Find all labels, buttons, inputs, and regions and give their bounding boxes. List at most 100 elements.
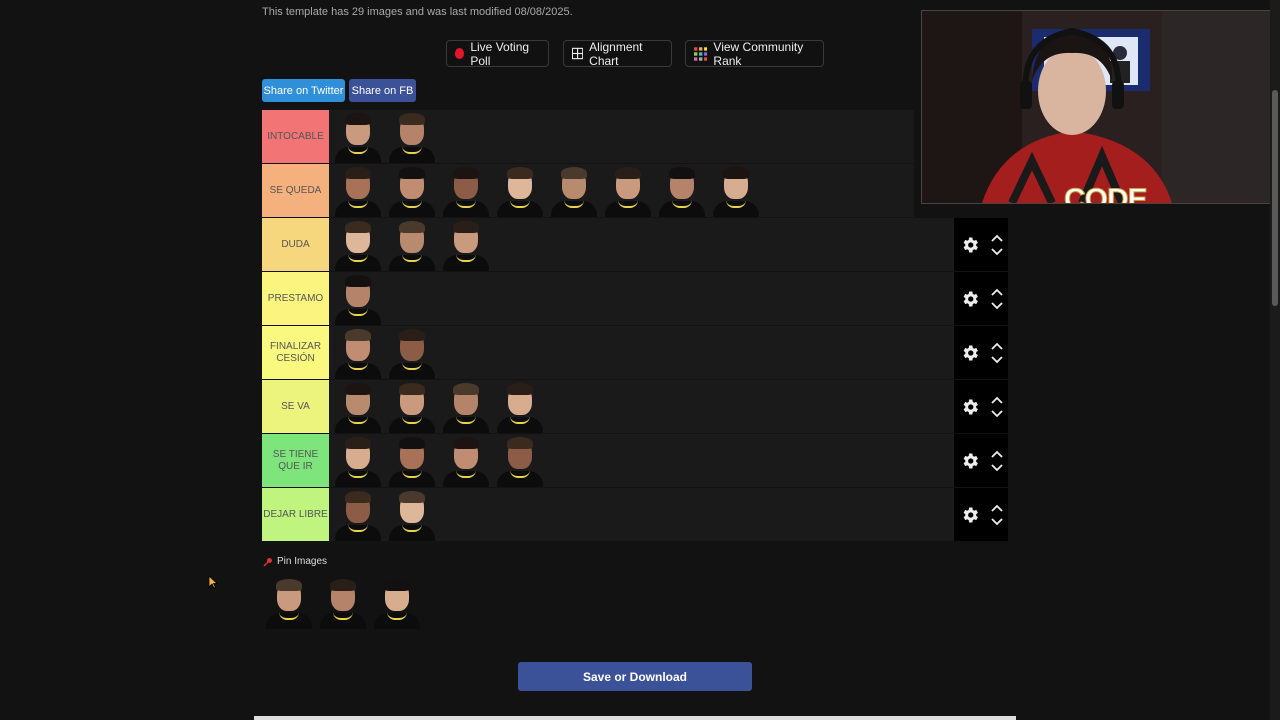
chevron-up-icon[interactable] <box>990 503 1003 513</box>
tier-label[interactable]: SE QUEDA <box>262 164 329 217</box>
player-image[interactable] <box>316 576 370 629</box>
player-image[interactable] <box>385 434 439 487</box>
tier-label[interactable]: DUDA <box>262 218 329 271</box>
player-image[interactable] <box>439 218 493 271</box>
live-voting-poll-button[interactable]: Live Voting Poll <box>446 40 549 68</box>
chevron-down-icon[interactable] <box>990 409 1003 419</box>
gear-icon[interactable] <box>960 505 980 525</box>
tier-controls <box>954 326 1008 379</box>
grid-icon <box>572 47 584 60</box>
player-image[interactable] <box>385 218 439 271</box>
chevron-down-icon[interactable] <box>990 247 1003 257</box>
tier-images <box>329 434 1008 487</box>
chevron-up-icon[interactable] <box>990 395 1003 405</box>
page-scrollbar[interactable] <box>1270 0 1280 720</box>
player-image[interactable] <box>385 380 439 433</box>
rank-grid-icon <box>694 46 708 61</box>
chevron-up-icon[interactable] <box>990 449 1003 459</box>
tier-label[interactable]: SE TIENE QUE IR <box>262 434 329 487</box>
tier-controls <box>954 434 1008 487</box>
player-image[interactable] <box>439 380 493 433</box>
player-image[interactable] <box>385 164 439 217</box>
player-image[interactable] <box>655 164 709 217</box>
player-image[interactable] <box>262 576 316 629</box>
bottom-divider <box>254 716 1016 720</box>
tier-images <box>329 110 914 163</box>
player-image[interactable] <box>331 164 385 217</box>
player-image[interactable] <box>709 164 763 217</box>
tier-row: INTOCABLE <box>262 110 914 163</box>
tier-row: FINALIZAR CESIÓN <box>262 326 1008 379</box>
player-image[interactable] <box>370 576 424 629</box>
gear-icon[interactable] <box>960 397 980 417</box>
scrollbar-thumb[interactable] <box>1272 90 1278 306</box>
player-image[interactable] <box>385 326 439 379</box>
tier-row: DEJAR LIBRE <box>262 488 1008 541</box>
tier-images <box>329 218 1008 271</box>
tier-label[interactable]: INTOCABLE <box>262 110 329 163</box>
tier-row: SE TIENE QUE IR <box>262 434 1008 487</box>
chevron-down-icon[interactable] <box>990 301 1003 311</box>
share-twitter-button[interactable]: Share on Twitter <box>262 79 345 102</box>
tier-controls <box>954 272 1008 325</box>
tier-images <box>329 488 1008 541</box>
pin-images-toggle[interactable]: Pin Images <box>263 556 327 567</box>
player-image[interactable] <box>331 380 385 433</box>
player-image[interactable] <box>601 164 655 217</box>
pin-images-label: Pin Images <box>277 556 328 567</box>
pin-icon <box>263 557 272 567</box>
tier-images <box>329 164 914 217</box>
player-image[interactable] <box>331 110 385 163</box>
player-image[interactable] <box>493 164 547 217</box>
gear-icon[interactable] <box>960 235 980 255</box>
share-fb-button[interactable]: Share on FB <box>349 79 416 102</box>
tier-label[interactable]: PRESTAMO <box>262 272 329 325</box>
tier-label[interactable]: FINALIZAR CESIÓN <box>262 326 329 379</box>
player-image[interactable] <box>331 434 385 487</box>
streamer-webcam-image <box>922 11 1270 203</box>
player-image[interactable] <box>331 218 385 271</box>
player-image[interactable] <box>493 434 547 487</box>
player-image[interactable] <box>385 488 439 541</box>
player-image[interactable] <box>331 326 385 379</box>
tier-row: DUDA <box>262 218 1008 271</box>
view-community-rank-label: View Community Rank <box>713 39 804 68</box>
gear-icon[interactable] <box>960 289 980 309</box>
template-info: This template has 29 images and was last… <box>262 6 573 18</box>
tier-row: PRESTAMO <box>262 272 1008 325</box>
gear-icon[interactable] <box>960 343 980 363</box>
player-image[interactable] <box>331 272 385 325</box>
chevron-up-icon[interactable] <box>990 233 1003 243</box>
player-image[interactable] <box>439 164 493 217</box>
tier-label[interactable]: DEJAR LIBRE <box>262 488 329 541</box>
tier-controls <box>954 380 1008 433</box>
tier-row: SE VA <box>262 380 1008 433</box>
tier-list: INTOCABLE SE QUEDA DUDA PRESTAMO FINALIZAR C… <box>262 110 1008 542</box>
save-download-button[interactable]: Save or Download <box>518 662 752 691</box>
tier-images <box>329 272 1008 325</box>
tier-controls <box>954 488 1008 541</box>
chevron-down-icon[interactable] <box>990 463 1003 473</box>
gear-icon[interactable] <box>960 451 980 471</box>
chevron-up-icon[interactable] <box>990 341 1003 351</box>
webcam-overlay: CODE <box>921 10 1271 204</box>
alignment-chart-button[interactable]: Alignment Chart <box>563 39 672 68</box>
chevron-up-icon[interactable] <box>990 287 1003 297</box>
unranked-pool <box>262 576 424 629</box>
player-image[interactable] <box>547 164 601 217</box>
tier-controls <box>954 218 1008 271</box>
tier-row: SE QUEDA <box>262 164 914 217</box>
tier-label[interactable]: SE VA <box>262 380 329 433</box>
player-image[interactable] <box>493 380 547 433</box>
player-image[interactable] <box>385 110 439 163</box>
tier-images <box>329 380 1008 433</box>
red-dot-icon <box>455 48 465 59</box>
view-community-rank-button[interactable]: View Community Rank <box>685 39 824 68</box>
chevron-down-icon[interactable] <box>990 355 1003 365</box>
mouse-cursor-icon <box>208 575 218 589</box>
chevron-down-icon[interactable] <box>990 517 1003 527</box>
player-image[interactable] <box>331 488 385 541</box>
player-image[interactable] <box>439 434 493 487</box>
webcam-overlay-text: CODE <box>1064 183 1149 204</box>
alignment-chart-label: Alignment Chart <box>589 39 643 68</box>
